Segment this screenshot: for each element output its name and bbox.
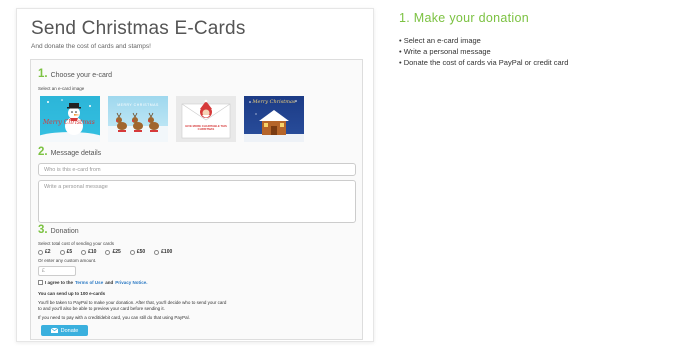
amount-radio-50[interactable]: £50	[129, 249, 146, 255]
select-image-label: Select an e-card image	[38, 86, 85, 91]
step-number: 2.	[38, 146, 48, 158]
step-3-heading: 3. Donation	[38, 224, 79, 236]
step-2-heading: 2. Message details	[38, 146, 101, 158]
radio-circle[interactable]	[129, 249, 135, 255]
terms-link[interactable]: Terms of Use	[75, 280, 103, 285]
donate-label: Donate	[60, 327, 79, 334]
card-caption: MERRY CHRISTMAS	[117, 103, 159, 107]
instructions-title: 1. Make your donation	[399, 11, 529, 25]
custom-amount-input[interactable]: £	[38, 266, 76, 276]
amount-label: £2	[45, 249, 51, 255]
donate-button[interactable]: Donate	[41, 325, 88, 336]
step-label: Choose your e-card	[50, 72, 113, 79]
paypal-note-line2: to and you'll also be able to preview yo…	[38, 306, 165, 311]
card-caption: Merry Christmas	[252, 99, 296, 105]
radio-circle[interactable]	[154, 249, 160, 255]
step-1-heading: 1. Choose your e-card	[38, 68, 112, 80]
instruction-text: Select an e-card image	[403, 36, 481, 45]
amount-radio-100[interactable]: £100	[154, 249, 172, 255]
agree-prefix: I agree to the	[45, 280, 74, 285]
amount-radio-10[interactable]: £10	[81, 249, 96, 255]
amount-label: £50	[136, 249, 146, 255]
instruction-item: • Donate the cost of cards via PayPal or…	[399, 58, 569, 67]
amount-radio-5[interactable]: £5	[59, 249, 73, 255]
radio-circle[interactable]	[59, 249, 65, 255]
terms-agreement: I agree to the Terms of Use and Privacy …	[38, 280, 148, 285]
snowman-card[interactable]: Merry Christmas	[40, 96, 100, 142]
custom-amount-label: Or enter any custom amount.	[38, 258, 97, 263]
privacy-link[interactable]: Privacy Notice.	[115, 280, 147, 285]
agree-checkbox[interactable]	[38, 280, 43, 285]
ecard-form: 1. Choose your e-card Select an e-card i…	[30, 59, 363, 340]
amount-radio-2[interactable]: £2	[38, 249, 51, 255]
amount-label: £10	[88, 249, 97, 255]
amount-options: £2 £5 £10 £25 £50 £100	[38, 249, 172, 255]
instruction-text: Donate the cost of cards via PayPal or c…	[403, 58, 569, 67]
radio-circle[interactable]	[38, 249, 43, 255]
amount-radio-25[interactable]: £25	[105, 249, 121, 255]
instruction-item: • Select an e-card image	[399, 36, 481, 45]
instruction-text: Write a personal message	[403, 47, 491, 56]
card-limit-note: You can send up to 100 e-cards	[38, 291, 106, 296]
amount-label: £5	[66, 249, 73, 255]
card-caption: Merry Christmas	[43, 119, 95, 126]
radio-circle[interactable]	[105, 249, 111, 255]
ecard-panel: Send Christmas E-Cards And donate the co…	[16, 8, 374, 342]
envelope-santa-icon	[181, 99, 231, 139]
amount-label: £25	[112, 249, 121, 255]
from-input[interactable]: Who is this e-card from	[38, 163, 356, 176]
radio-circle[interactable]	[81, 249, 87, 255]
card-caption: GIVE MORE CHARITABLE THIS CHRISTMAS	[185, 124, 227, 132]
gingerbread-house-card[interactable]: Merry Christmas	[244, 96, 304, 142]
step-number: 1.	[38, 68, 48, 80]
page-title: Send Christmas E-Cards	[31, 18, 246, 39]
credit-card-note: If you need to pay with a credit/debit c…	[38, 315, 190, 320]
instructions-panel: 1. Make your donation • Select an e-card…	[399, 10, 689, 68]
step-number: 3.	[38, 224, 48, 236]
step-label: Message details	[50, 150, 102, 157]
reindeer-card[interactable]: MERRY CHRISTMAS	[108, 96, 168, 142]
instruction-item: • Write a personal message	[399, 47, 491, 56]
amount-label: £100	[161, 249, 173, 255]
card-image-list: Merry Christmas MERRY CHRISTMAS GIVE MOR…	[40, 96, 304, 142]
santa-envelope-card[interactable]: GIVE MORE CHARITABLE THIS CHRISTMAS	[176, 96, 236, 142]
agree-and: and	[105, 280, 114, 285]
message-textarea[interactable]: Write a personal message	[38, 180, 356, 223]
envelope-icon	[50, 328, 58, 333]
page-subtitle: And donate the cost of cards and stamps!	[31, 43, 151, 50]
donation-select-label: Select total cost of sending your cards	[38, 241, 115, 246]
step-label: Donation	[50, 228, 79, 235]
instructions-list: • Select an e-card image • Write a perso…	[399, 35, 689, 68]
